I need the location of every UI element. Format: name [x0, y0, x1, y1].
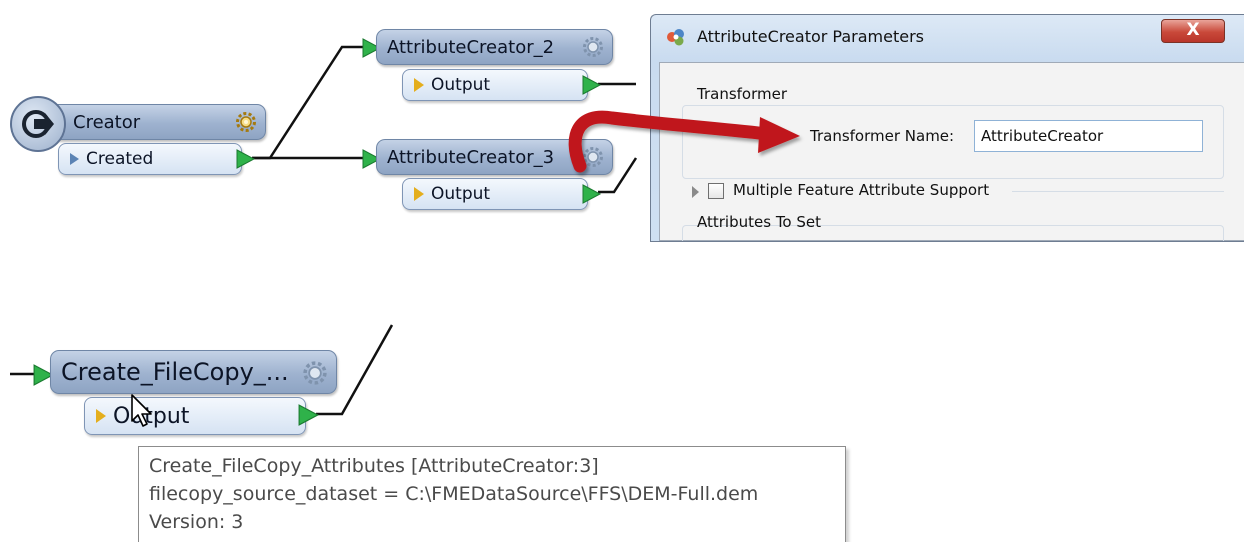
creator-badge-icon[interactable] [10, 96, 66, 152]
transformer-tooltip: Create_FileCopy_Attributes [AttributeCre… [138, 446, 846, 542]
tooltip-line-2: filecopy_source_dataset = C:\FMEDataSour… [149, 483, 759, 505]
mouse-pointer-icon [131, 394, 152, 427]
tooltip-line-1: Create_FileCopy_Attributes [AttributeCre… [149, 455, 599, 477]
output-triangle-icon [96, 409, 106, 423]
tooltip-line-3: Version: 3 [149, 511, 244, 533]
output-connector-icon[interactable] [298, 404, 320, 426]
create-filecopy-output-port[interactable]: Output [84, 397, 306, 435]
create-filecopy-title: Create_FileCopy_... [61, 358, 289, 386]
create-filecopy-node[interactable]: Create_FileCopy_... [50, 350, 337, 394]
gear-icon[interactable] [301, 359, 329, 387]
